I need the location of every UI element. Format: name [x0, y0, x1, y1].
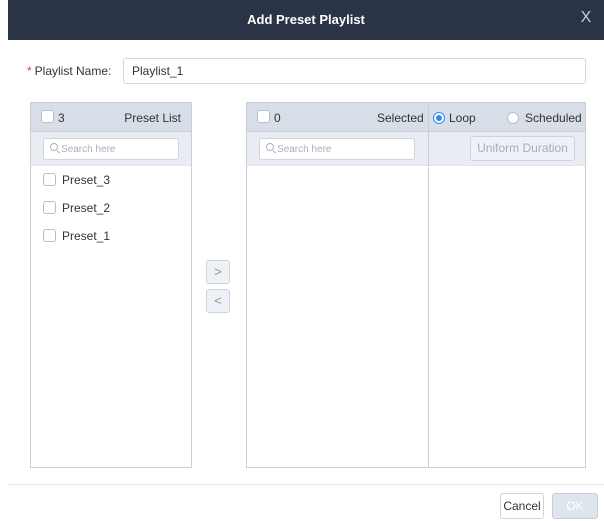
preset-count: 3 — [58, 111, 65, 125]
footer-divider — [8, 484, 604, 485]
selected-search-input[interactable] — [277, 141, 410, 157]
preset-label: Preset_2 — [62, 201, 111, 215]
preset-search-input[interactable] — [61, 141, 174, 157]
dialog-titlebar: Add Preset Playlist X — [8, 0, 604, 40]
preset-search-row — [31, 132, 191, 166]
list-item[interactable]: Preset_1 — [31, 222, 191, 250]
ok-button[interactable]: OK — [552, 493, 598, 519]
close-icon[interactable]: X — [578, 9, 594, 27]
cancel-button[interactable]: Cancel — [500, 493, 544, 519]
list-item[interactable]: Preset_2 — [31, 194, 191, 222]
playlist-name-label: * Playlist Name: — [27, 64, 111, 78]
preset-checkbox[interactable] — [43, 201, 56, 215]
selected-header: 0 Selected Loop Scheduled — [247, 103, 585, 132]
selected-title: Selected — [377, 111, 424, 125]
select-all-selected-checkbox[interactable] — [257, 110, 270, 123]
dialog-title: Add Preset Playlist — [247, 12, 365, 27]
preset-list-title: Preset List — [124, 111, 181, 125]
search-icon — [266, 143, 276, 153]
preset-label: Preset_3 — [62, 173, 111, 187]
required-mark: * — [27, 64, 32, 78]
search-icon — [50, 143, 60, 153]
preset-list: Preset_3 Preset_2 Preset_1 — [31, 166, 191, 250]
remove-from-selected-button[interactable]: < — [206, 289, 230, 313]
preset-label: Preset_1 — [62, 229, 111, 243]
scheduled-radio[interactable] — [507, 112, 519, 124]
mode-section: Loop Scheduled — [428, 103, 586, 131]
list-item[interactable]: Preset_3 — [31, 166, 191, 194]
scheduled-label[interactable]: Scheduled — [525, 111, 582, 125]
preset-list-panel: 3 Preset List Preset_3 Preset_2 Preset_1 — [30, 102, 192, 468]
preset-checkbox[interactable] — [43, 229, 56, 243]
preset-search-box[interactable] — [43, 138, 179, 160]
column-divider — [428, 167, 429, 467]
selected-count: 0 — [274, 111, 281, 125]
playlist-name-input[interactable] — [123, 58, 586, 84]
preset-checkbox[interactable] — [43, 173, 56, 187]
selected-search-box[interactable] — [259, 138, 415, 160]
loop-radio[interactable] — [433, 112, 445, 124]
add-to-selected-button[interactable]: > — [206, 260, 230, 284]
uniform-duration-button[interactable]: Uniform Duration — [470, 136, 575, 161]
playlist-name-label-text: Playlist Name: — [34, 64, 112, 78]
loop-label[interactable]: Loop — [449, 111, 476, 125]
select-all-presets-checkbox[interactable] — [41, 110, 54, 123]
preset-list-header: 3 Preset List — [31, 103, 191, 132]
